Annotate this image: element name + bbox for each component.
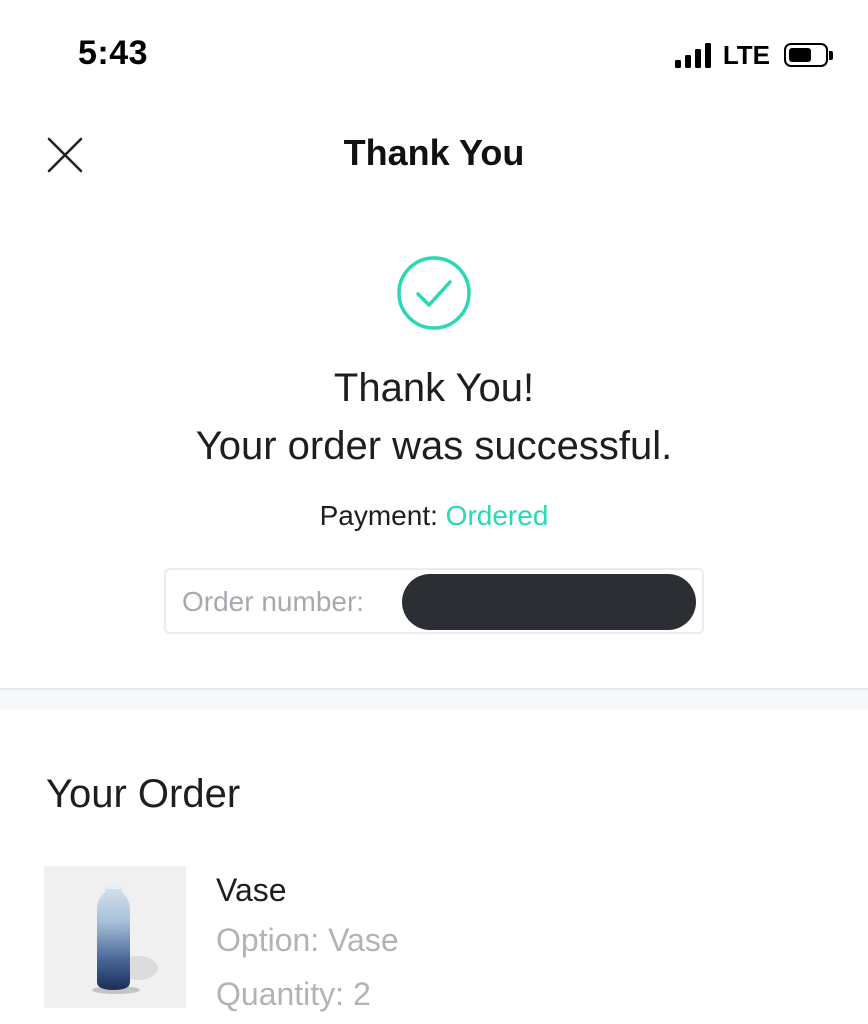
order-number-label: Order number:: [182, 586, 365, 617]
product-thumbnail[interactable]: [44, 866, 186, 1008]
status-indicators: LTE: [674, 38, 833, 72]
your-order-heading: Your Order: [46, 772, 241, 816]
payment-status: Ordered: [445, 500, 549, 531]
network-type: LTE: [722, 39, 770, 70]
confirmation-message: Your order was successful.: [195, 424, 673, 468]
order-number-redacted: [402, 574, 696, 630]
navigation-bar: Thank You: [0, 110, 868, 200]
payment-label: Payment:: [319, 500, 438, 531]
order-number-field: Order number:: [164, 568, 704, 634]
status-time: 5:43: [78, 34, 149, 72]
section-divider: [0, 688, 868, 710]
battery-icon: [784, 43, 833, 67]
confirmation-heading: Thank You!: [333, 366, 535, 410]
vase-image: [92, 883, 158, 994]
status-bar: 5:43 LTE: [0, 0, 868, 110]
payment-status-line: Payment: Ordered: [0, 500, 868, 532]
product-name[interactable]: Vase: [216, 872, 287, 909]
page-title: Thank You: [343, 132, 525, 173]
cellular-signal-icon: [674, 42, 711, 68]
product-quantity: Quantity: 2: [216, 976, 371, 1012]
product-option: Option: Vase: [216, 922, 399, 958]
check-circle-icon: [397, 256, 471, 330]
